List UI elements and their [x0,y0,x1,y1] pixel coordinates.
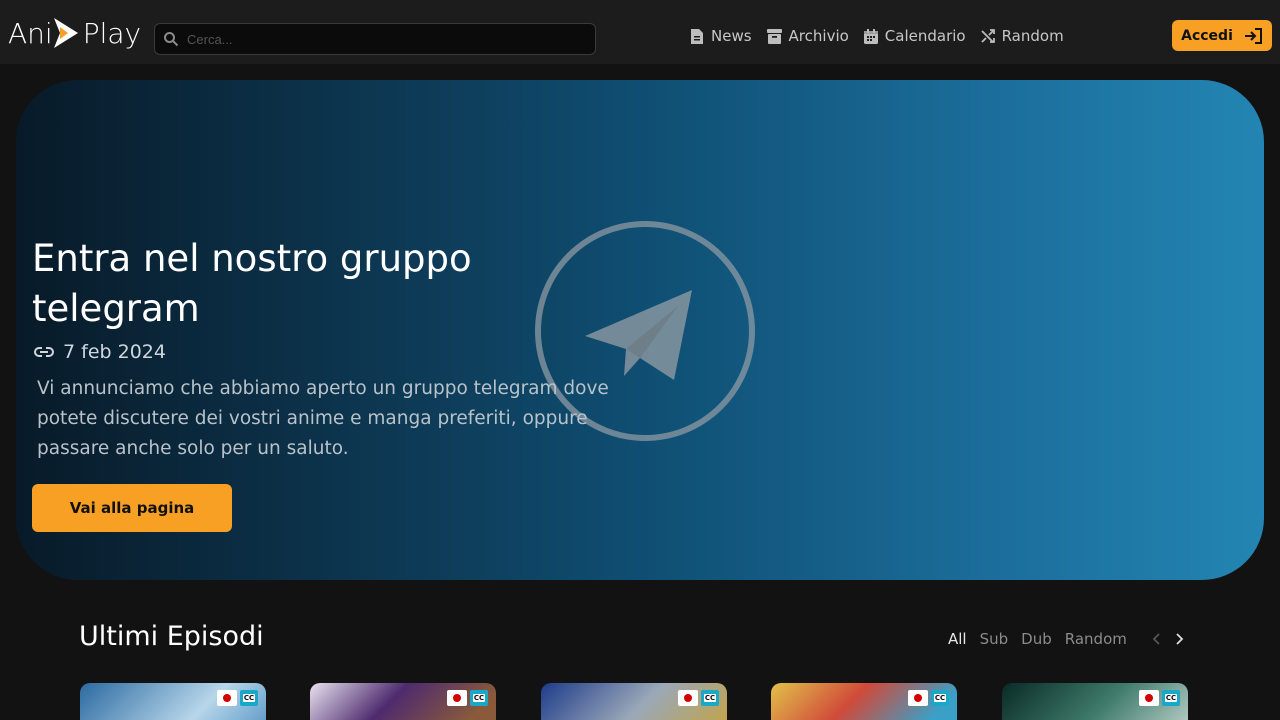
japanese-flag-icon [908,690,928,706]
chevron-left-icon [1152,633,1160,645]
chevron-right-icon [1176,633,1184,645]
nav-calendario-label: Calendario [884,27,966,45]
main-nav: News Archivio Calendario Random [689,24,1078,48]
nav-calendario[interactable]: Calendario [863,27,966,45]
episode-card[interactable]: CC [1002,683,1188,720]
prev-arrow-button[interactable] [1148,629,1164,649]
search-input[interactable] [187,31,567,47]
nav-archivio-label: Archivio [788,27,849,45]
document-icon [691,28,703,44]
hero-date: 7 feb 2024 [33,341,166,363]
hero-description: Vi annunciamo che abbiamo aperto un grup… [37,378,609,459]
episode-cards: CC CC CC CC CC [80,683,1200,720]
filter-dub[interactable]: Dub [1021,630,1052,648]
cc-icon: CC [470,690,488,706]
cc-icon: CC [931,690,949,706]
nav-news[interactable]: News [689,27,752,45]
go-to-page-button[interactable]: Vai alla pagina [32,484,232,532]
login-button[interactable]: Accedi [1172,20,1272,51]
filter-all[interactable]: All [948,630,967,648]
login-label: Accedi [1181,27,1233,44]
logo-text-ani: Ani [8,16,53,50]
cc-icon: CC [1162,690,1180,706]
link-icon [34,347,54,357]
hero-banner: Entra nel nostro gruppo telegram 7 feb 2… [16,80,1264,580]
nav-news-label: News [711,27,752,45]
shuffle-icon [980,29,995,43]
episode-filters: All Sub Dub Random [948,629,1188,649]
nav-random-label: Random [1001,27,1064,45]
search-icon [164,32,179,47]
episode-card[interactable]: CC [541,683,727,720]
next-arrow-button[interactable] [1172,629,1188,649]
nav-random[interactable]: Random [980,27,1064,45]
episode-card[interactable]: CC [310,683,496,720]
hero-title: Entra nel nostro gruppo telegram [32,237,472,330]
cc-icon: CC [701,690,719,706]
filter-sub[interactable]: Sub [980,630,1009,648]
archive-icon [766,28,782,44]
top-header: Ani Play News Archiv [0,0,1280,64]
logo-text-play: Play [82,16,142,50]
filter-random[interactable]: Random [1065,630,1127,648]
play-icon [53,18,78,48]
hero-date-text: 7 feb 2024 [63,341,166,363]
japanese-flag-icon [1139,690,1159,706]
latest-episodes-title: Ultimi Episodi [79,621,264,652]
nav-archivio[interactable]: Archivio [766,27,849,45]
login-icon [1244,27,1262,44]
japanese-flag-icon [217,690,237,706]
japanese-flag-icon [447,690,467,706]
japanese-flag-icon [678,690,698,706]
episode-card[interactable]: CC [771,683,957,720]
aniplay-logo[interactable]: Ani Play [8,14,141,52]
episode-card[interactable]: CC [80,683,266,720]
cc-icon: CC [240,690,258,706]
search-bar[interactable] [154,23,596,55]
calendar-icon [863,28,878,44]
